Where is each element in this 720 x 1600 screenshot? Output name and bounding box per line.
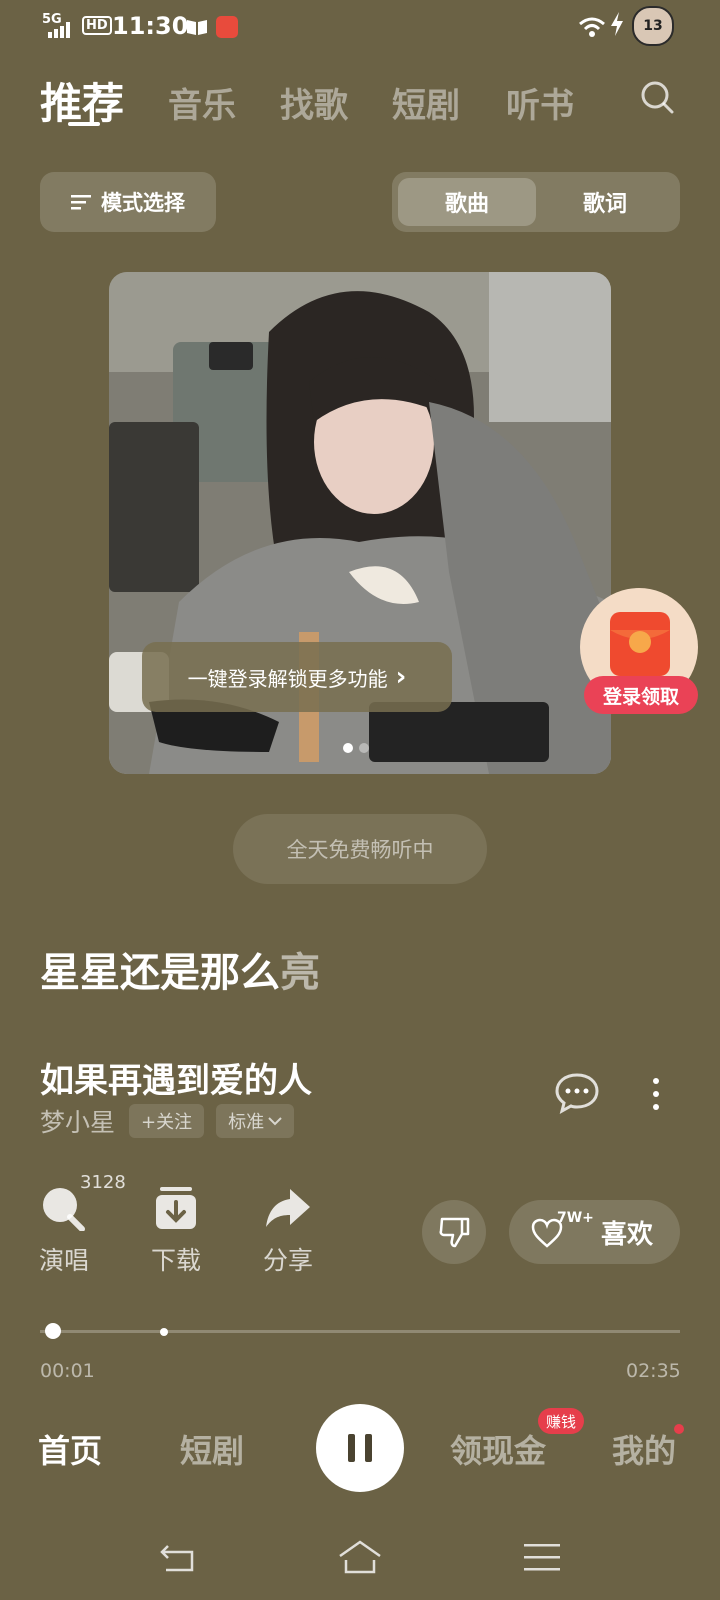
sort-lines-icon	[71, 195, 91, 210]
total-time: 02:35	[626, 1360, 681, 1382]
microphone-icon	[43, 1188, 85, 1232]
dislike-button[interactable]	[422, 1200, 486, 1264]
progress-knob[interactable]	[45, 1323, 61, 1339]
like-count: 7W+	[557, 1210, 594, 1226]
menu-icon[interactable]	[524, 1542, 560, 1572]
reward-login-label: 登录领取	[584, 676, 698, 714]
tab-music[interactable]: 音乐	[168, 78, 236, 127]
tab-audiobook[interactable]: 听书	[506, 78, 574, 127]
share-button[interactable]: 分享	[248, 1185, 328, 1277]
like-label: 喜欢	[601, 1220, 654, 1250]
login-reward-widget[interactable]: 登录领取	[580, 588, 700, 718]
lyric-unsung: 亮	[280, 950, 320, 996]
progress-marker	[160, 1328, 168, 1336]
thumbs-down-icon	[439, 1217, 470, 1248]
hd-icon: HD	[82, 16, 112, 35]
notification-dot	[674, 1424, 684, 1434]
artist-row: 梦小星 +关注 标准	[40, 1103, 295, 1139]
mode-select-label: 模式选择	[101, 191, 185, 215]
nav-short-drama[interactable]: 短剧	[180, 1426, 244, 1472]
tab-short-drama[interactable]: 短剧	[392, 78, 460, 127]
sing-label: 演唱	[38, 1246, 89, 1275]
carousel-dot	[359, 743, 369, 753]
progress-track[interactable]	[40, 1330, 680, 1333]
mode-select-button[interactable]: 模式选择	[40, 172, 216, 232]
segment-song[interactable]: 歌曲	[398, 178, 536, 226]
lyric-sung: 星星还是那么	[40, 950, 280, 996]
earn-money-badge: 赚钱	[538, 1408, 585, 1434]
artist-name[interactable]: 梦小星	[40, 1103, 115, 1139]
book-icon	[187, 20, 207, 35]
more-options-icon[interactable]	[650, 1076, 662, 1112]
wifi-icon	[579, 17, 605, 37]
status-time: 11:30	[112, 12, 189, 40]
bottom-nav: 首页 短剧 领现金 赚钱 我的	[0, 1404, 720, 1492]
comment-icon[interactable]	[554, 1072, 600, 1114]
login-unlock-banner[interactable]: 一键登录解锁更多功能 ›	[142, 642, 452, 712]
carousel-dot-active	[343, 743, 353, 753]
tab-find-song[interactable]: 找歌	[280, 78, 348, 127]
home-icon[interactable]	[336, 1540, 384, 1574]
signal-icon	[48, 22, 70, 38]
charging-icon	[611, 12, 623, 36]
battery-icon: 13	[632, 6, 674, 46]
chevron-right-icon: ›	[395, 662, 407, 692]
system-nav-bar	[0, 1528, 720, 1588]
song-title: 如果再遇到爱的人	[40, 1061, 312, 1101]
quality-select[interactable]: 标准	[216, 1104, 295, 1138]
share-label: 分享	[262, 1246, 313, 1275]
follow-button[interactable]: +关注	[129, 1104, 205, 1138]
tab-active-indicator	[68, 122, 100, 126]
top-tab-bar: 推荐 音乐 找歌 短剧 听书	[0, 70, 720, 130]
battery-level: 13	[643, 18, 663, 34]
like-button[interactable]: 7W+ 喜欢	[509, 1200, 680, 1264]
download-icon	[156, 1187, 196, 1229]
pause-button[interactable]	[316, 1404, 404, 1492]
back-icon[interactable]	[160, 1542, 196, 1572]
current-lyric: 星星还是那么亮	[40, 940, 320, 998]
current-time: 00:01	[40, 1360, 95, 1382]
free-listening-badge[interactable]: 全天免费畅听中	[233, 814, 487, 884]
download-label: 下载	[150, 1246, 201, 1275]
segment-lyrics[interactable]: 歌词	[536, 178, 674, 226]
free-listening-text: 全天免费畅听中	[286, 838, 434, 862]
share-icon	[266, 1189, 310, 1227]
status-bar: 5G HD 11:30 13	[0, 0, 720, 56]
red-packet-icon	[610, 612, 670, 676]
nav-mine[interactable]: 我的	[612, 1426, 676, 1472]
chevron-down-icon	[268, 1117, 282, 1126]
nav-get-cash[interactable]: 领现金	[450, 1426, 546, 1472]
nav-home[interactable]: 首页	[38, 1426, 102, 1472]
search-icon[interactable]	[640, 80, 674, 114]
download-button[interactable]: 下载	[136, 1185, 216, 1277]
app-notification-icon	[216, 16, 238, 38]
sing-button[interactable]: 演唱	[24, 1185, 104, 1277]
view-segment-control: 歌曲 歌词	[392, 172, 680, 232]
quality-label: 标准	[228, 1112, 265, 1133]
login-unlock-text: 一键登录解锁更多功能	[187, 666, 388, 691]
pause-icon	[348, 1434, 372, 1462]
carousel-dots	[343, 738, 379, 753]
